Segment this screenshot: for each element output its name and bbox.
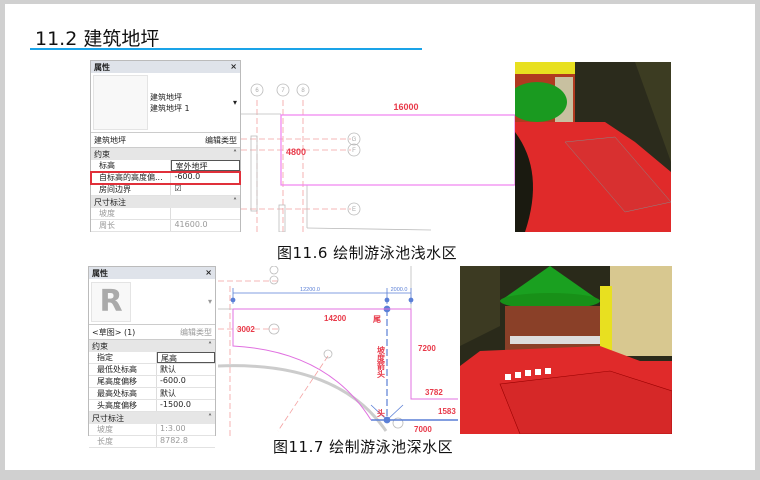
prop-row: 长度 8782.8 (89, 436, 215, 448)
svg-text:3782: 3782 (425, 388, 443, 397)
deep-pool-boundary[interactable] (232, 308, 458, 421)
prop-row: 头高度偏移 -1500.0 (89, 400, 215, 412)
prop-row: 坡度 1:3.00 (89, 424, 215, 436)
figure-caption-2: 图11.7 绘制游泳池深水区 (273, 438, 454, 456)
type-name: 建筑地坪 (150, 92, 182, 102)
type-dropdown-icon[interactable]: ▾ (208, 297, 215, 306)
edit-type-button[interactable]: 编辑类型 (205, 135, 237, 145)
prop-row: 标高 室外地坪 (91, 160, 240, 172)
svg-text:E: E (352, 207, 356, 213)
type-selector[interactable]: 建筑地坪 (94, 135, 126, 145)
svg-text:G: G (352, 137, 357, 143)
svg-text:6: 6 (255, 88, 259, 94)
prop-row: 尾高度偏移 -600.0 (89, 376, 215, 388)
close-icon[interactable]: × (230, 62, 237, 72)
tail-label: 尾 (372, 315, 381, 324)
prop-row: 坡度 (91, 208, 240, 220)
slide: 11.2 建筑地坪 属性 × 建筑地坪 建筑地坪 1 ▾ 建筑地坪 编辑类型 约束 ˄ … (5, 4, 755, 470)
prop-row: 周长 41600.0 (91, 220, 240, 232)
type-thumbnail (93, 75, 148, 130)
close-icon[interactable]: × (205, 268, 212, 278)
svg-text:8: 8 (301, 88, 305, 94)
prop-row: 最高处标高 默认 (89, 388, 215, 400)
svg-text:3002: 3002 (237, 325, 255, 334)
plan-drawing-2: 12200.0 2000.0 14200 3002 7200 3782 1583 700… (218, 266, 458, 436)
prop-row: 房间边界 ☑ (91, 184, 240, 196)
figure-caption-1: 图11.6 绘制游泳池浅水区 (277, 244, 458, 262)
svg-text:12200.0: 12200.0 (300, 287, 320, 293)
specify-field[interactable]: 尾高 (157, 352, 215, 363)
type-sub: 建筑地坪 1 (150, 103, 190, 113)
edit-type-button[interactable]: 编辑类型 (180, 327, 212, 337)
svg-text:7000: 7000 (414, 425, 432, 434)
type-dropdown-icon[interactable]: ▾ (233, 98, 240, 107)
prop-row: 最低处标高 默认 (89, 364, 215, 376)
section-dimensions: 尺寸标注 (92, 414, 124, 423)
properties-panel-2: 属性 × R ▾ <草图> (1) 编辑类型 约束 ˄ 指定 尾高 最低处标高 默认 尾高度… (88, 266, 216, 448)
revit-logo: R (91, 281, 131, 322)
svg-text:14200: 14200 (324, 314, 347, 323)
slope-arrow-label: 坡度箭头 (376, 345, 386, 379)
dim-height: 4800 (286, 147, 306, 157)
svg-text:7200: 7200 (418, 344, 436, 353)
dim-width: 16000 (393, 102, 418, 112)
3d-view-2 (460, 266, 672, 434)
offset-field[interactable]: -600.0 (171, 172, 240, 183)
3d-view-1 (515, 62, 671, 232)
section-constraints: 约束 (94, 150, 110, 159)
slide-title: 11.2 建筑地坪 (35, 28, 160, 50)
room-bounding-checkbox[interactable]: ☑ (171, 184, 240, 195)
head-label: 头 (377, 408, 385, 418)
section-dimensions: 尺寸标注 (94, 198, 126, 207)
svg-text:F: F (352, 148, 356, 154)
section-constraints: 约束 (92, 342, 108, 351)
prop-row: 指定 尾高 (89, 352, 215, 364)
type-selector[interactable]: <草图> (1) (92, 327, 135, 337)
level-field[interactable]: 室外地坪 (171, 160, 240, 171)
panel-header: 属性 (94, 63, 110, 72)
svg-text:7: 7 (281, 88, 285, 94)
svg-text:1583: 1583 (438, 407, 456, 416)
properties-panel-1: 属性 × 建筑地坪 建筑地坪 1 ▾ 建筑地坪 编辑类型 约束 ˄ 标高 室外地坪 自标高… (90, 60, 241, 232)
panel-header: 属性 (92, 269, 108, 278)
prop-row-offset: 自标高的高度偏... -600.0 (90, 171, 241, 185)
svg-text:2000.0: 2000.0 (391, 287, 408, 293)
title-underline (30, 48, 422, 50)
plan-drawing-1: 6 7 8 GF E 16000 4800 (241, 60, 516, 232)
